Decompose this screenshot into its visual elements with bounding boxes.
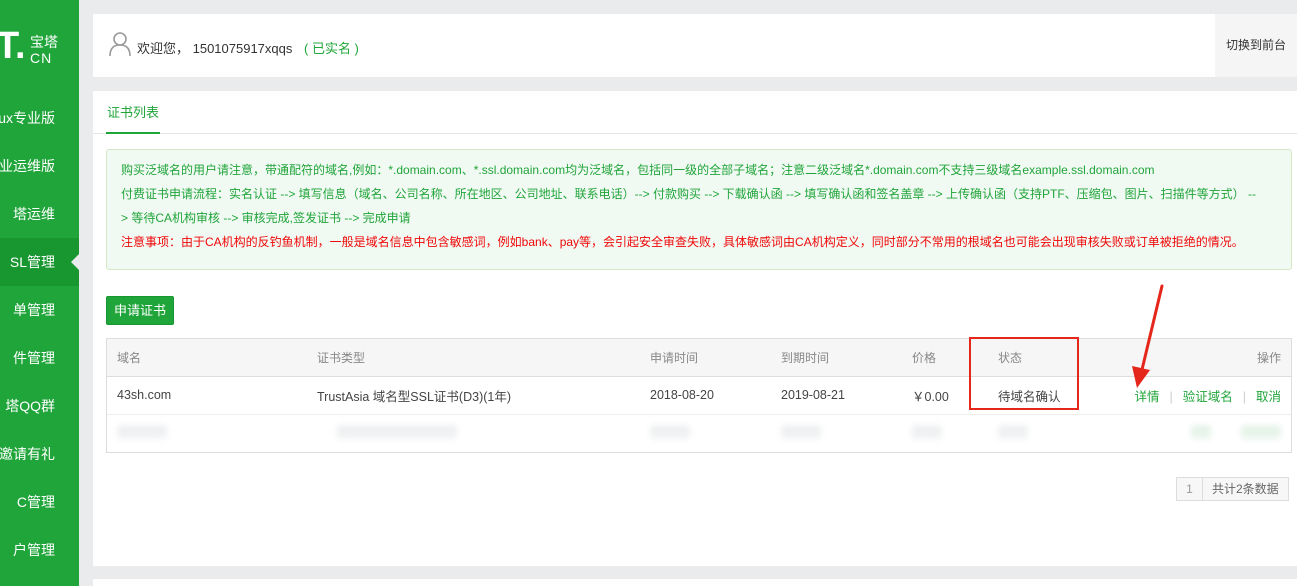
table-row-blurred <box>107 414 1291 452</box>
blurred-cell <box>640 414 771 452</box>
col-actions: 操作 <box>1116 339 1291 377</box>
logo-text-bottom: CN <box>30 50 53 66</box>
notice-line-1: 购买泛域名的用户请注意，带通配符的域名,例如：*.domain.com、*.ss… <box>121 163 1155 177</box>
cell-domain: 43sh.com <box>107 376 307 415</box>
tab-bar: 证书列表 <box>93 91 1297 134</box>
table-header-row: 域名 证书类型 申请时间 到期时间 价格 状态 操作 <box>107 339 1291 377</box>
top-bar: 欢迎您， 1501075917xqqs ( 已实名 ) 切换到前台 <box>93 14 1297 77</box>
cell-actions: 详情 | 验证域名 | 取消 <box>1116 376 1291 415</box>
col-expire-time: 到期时间 <box>771 339 902 377</box>
sidebar-item-plugins[interactable]: 件管理 <box>0 334 79 382</box>
cancel-link[interactable]: 取消 <box>1256 390 1281 404</box>
cell-expire-time: 2019-08-21 <box>771 376 902 415</box>
blurred-cell <box>988 414 1116 452</box>
logo[interactable]: T. 宝塔 CN <box>0 26 79 66</box>
switch-to-frontend-button[interactable]: 切换到前台 <box>1215 14 1297 77</box>
sidebar-item-tickets[interactable]: 单管理 <box>0 286 79 334</box>
notice-box: 购买泛域名的用户请注意，带通配符的域名,例如：*.domain.com、*.ss… <box>106 149 1292 270</box>
blurred-cell <box>902 414 988 452</box>
col-status: 状态 <box>988 339 1116 377</box>
sidebar-item-invite[interactable]: 邀请有礼 <box>0 430 79 478</box>
cell-apply-time: 2018-08-20 <box>640 376 771 415</box>
pagination: 1 共计2条数据 <box>1176 477 1289 501</box>
action-separator: | <box>1242 389 1246 404</box>
logo-text-top: 宝塔 <box>30 34 58 50</box>
sidebar-nav: ux专业版 业运维版 塔运维 SL管理 单管理 件管理 塔QQ群 邀请有礼 C管… <box>0 94 79 574</box>
blurred-cell <box>771 414 902 452</box>
welcome-user: 欢迎您， 1501075917xqqs <box>137 41 293 56</box>
action-separator: | <box>1169 389 1173 404</box>
bottom-panel <box>93 579 1297 586</box>
apply-certificate-button[interactable]: 申请证书 <box>106 296 174 325</box>
blurred-cell <box>107 414 307 452</box>
notice-warning: 注意事项：由于CA机构的反钓鱼机制，一般是域名信息中包含敏感词，例如bank、p… <box>121 235 1244 249</box>
sidebar-item-linux-pro[interactable]: ux专业版 <box>0 94 79 142</box>
notice-line-2: 付费证书申请流程：实名认证 --> 填写信息（域名、公司名称、所在地区、公司地址… <box>121 187 1257 201</box>
sidebar-item-idc[interactable]: C管理 <box>0 478 79 526</box>
cell-cert-type: TrustAsia 域名型SSL证书(D3)(1年) <box>307 376 640 415</box>
table-row: 43sh.com TrustAsia 域名型SSL证书(D3)(1年) 2018… <box>107 376 1291 415</box>
logo-mark: T. <box>0 25 26 67</box>
sidebar-item-account[interactable]: 户管理 <box>0 526 79 574</box>
verified-badge[interactable]: ( 已实名 ) <box>304 41 359 56</box>
col-apply-time: 申请时间 <box>640 339 771 377</box>
detail-link[interactable]: 详情 <box>1134 390 1159 404</box>
sidebar-item-ssl[interactable]: SL管理 <box>0 238 79 286</box>
sidebar-item-qq-group[interactable]: 塔QQ群 <box>0 382 79 430</box>
main-panel: 证书列表 购买泛域名的用户请注意，带通配符的域名,例如：*.domain.com… <box>93 91 1297 566</box>
cell-price: ￥0.00 <box>902 376 988 415</box>
welcome-text: 欢迎您， 1501075917xqqs ( 已实名 ) <box>137 38 359 57</box>
blurred-cell <box>1116 414 1291 452</box>
sidebar: T. 宝塔 CN ux专业版 业运维版 塔运维 SL管理 单管理 件管理 塔QQ… <box>0 0 79 586</box>
sidebar-item-bt-ops[interactable]: 塔运维 <box>0 190 79 238</box>
page-number-1[interactable]: 1 <box>1176 477 1203 501</box>
sidebar-item-enterprise-ops[interactable]: 业运维版 <box>0 142 79 190</box>
pagination-total: 共计2条数据 <box>1203 477 1289 501</box>
blurred-cell <box>307 414 640 452</box>
tab-certificate-list[interactable]: 证书列表 <box>106 91 161 134</box>
cell-status: 待域名确认 <box>988 376 1116 415</box>
verify-domain-link[interactable]: 验证域名 <box>1183 390 1233 404</box>
col-domain: 域名 <box>107 339 307 377</box>
notice-line-3: > 等待CA机构审核 --> 审核完成,签发证书 --> 完成申请 <box>121 211 411 225</box>
col-price: 价格 <box>902 339 988 377</box>
col-cert-type: 证书类型 <box>307 339 640 377</box>
certificate-table: 域名 证书类型 申请时间 到期时间 价格 状态 操作 43sh.com Trus… <box>106 338 1292 453</box>
user-icon <box>109 32 131 57</box>
